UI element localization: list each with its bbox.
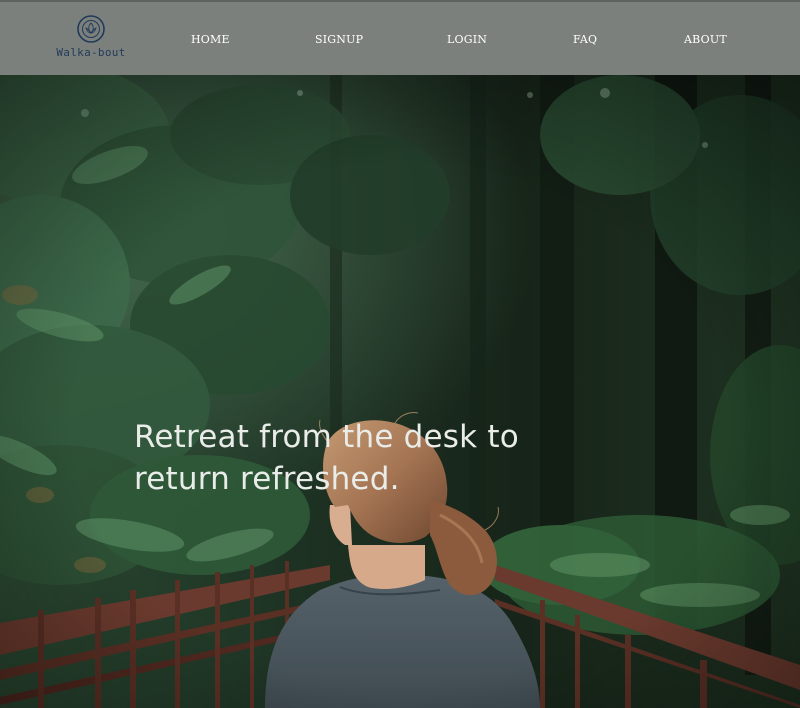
forest-bridge-photo <box>0 75 800 708</box>
nav-about[interactable]: ABOUT <box>684 33 727 46</box>
logo-text: Walka-bout <box>56 46 126 59</box>
nav-home[interactable]: HOME <box>191 33 230 46</box>
lotus-icon <box>77 15 105 43</box>
top-nav-bar: Walka-bout HOME SIGNUP LOGIN FAQ ABOUT <box>0 0 800 75</box>
hero-headline: Retreat from the desk to return refreshe… <box>134 416 574 500</box>
nav-faq[interactable]: FAQ <box>573 33 597 46</box>
logo[interactable]: Walka-bout <box>54 14 128 64</box>
hero-section: Retreat from the desk to return refreshe… <box>0 75 800 708</box>
nav-signup[interactable]: SIGNUP <box>315 33 363 46</box>
hero-headline-line2: return refreshed. <box>134 461 400 497</box>
hero-headline-line1: Retreat from the desk to <box>134 419 519 455</box>
landing-page: Walka-bout HOME SIGNUP LOGIN FAQ ABOUT R… <box>0 0 800 708</box>
nav-login[interactable]: LOGIN <box>447 33 487 46</box>
